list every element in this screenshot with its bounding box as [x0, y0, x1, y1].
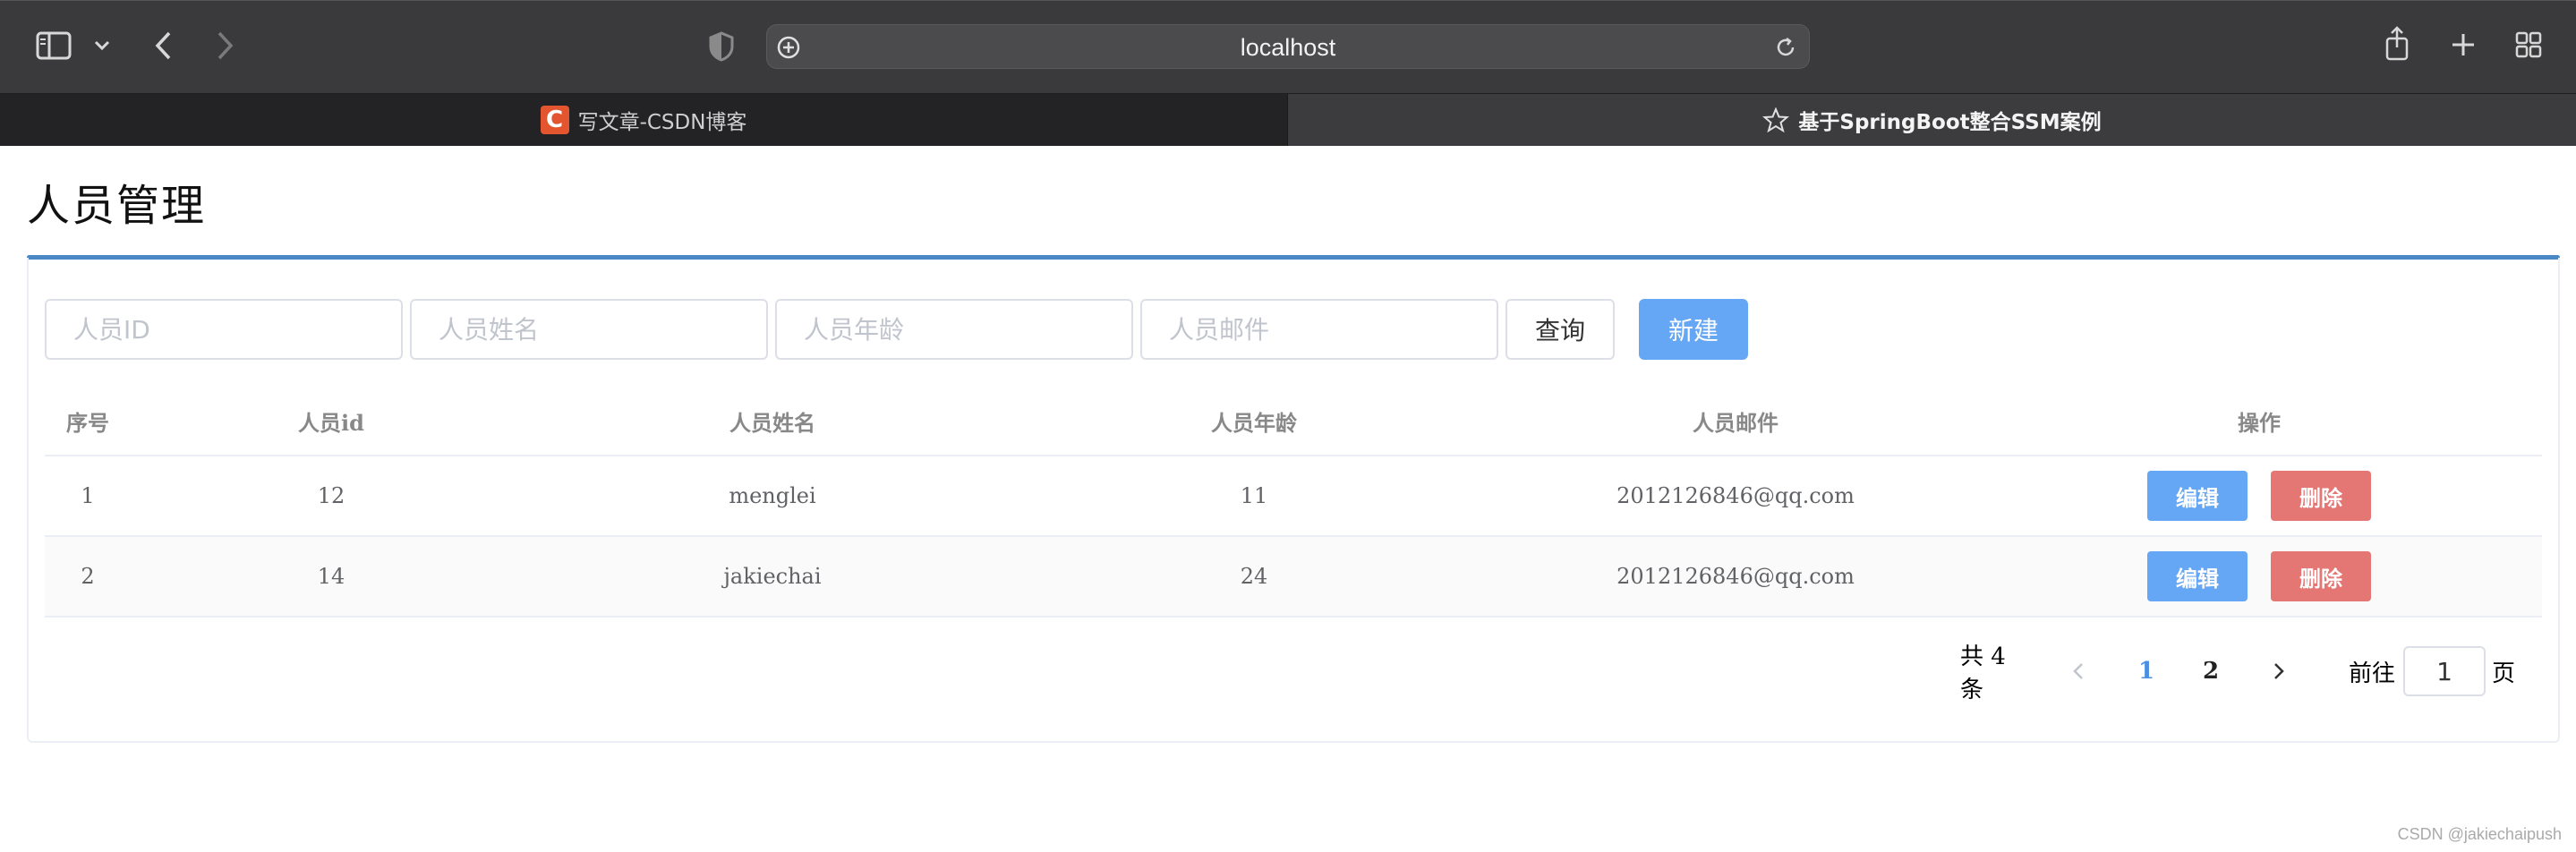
- table-row: 1 12 menglei 11 2012126846@qq.com 编辑 删除: [45, 456, 2542, 537]
- edit-button[interactable]: 编辑: [2147, 471, 2248, 521]
- edit-button[interactable]: 编辑: [2147, 551, 2248, 601]
- person-email-input[interactable]: [1140, 299, 1498, 360]
- tab-bar: C 写文章-CSDN博客 基于SpringBoot整合SSM案例: [0, 93, 2576, 146]
- watermark: CSDN @jakiechaipush: [2397, 825, 2562, 843]
- next-page-icon[interactable]: [2263, 646, 2295, 696]
- tab-label: 写文章-CSDN博客: [577, 111, 747, 134]
- cell-actions: 编辑 删除: [1976, 456, 2542, 535]
- page-title: 人员管理: [27, 181, 207, 231]
- share-icon[interactable]: [2383, 24, 2411, 64]
- cell-index: 1: [81, 483, 95, 508]
- csdn-icon: C: [540, 106, 569, 134]
- goto-label: 前往: [2348, 660, 2395, 687]
- forward-icon[interactable]: [211, 28, 240, 64]
- cell-name: jakiechai: [723, 564, 822, 589]
- tab-csdn[interactable]: C 写文章-CSDN博客: [0, 94, 1287, 146]
- delete-button[interactable]: 删除: [2271, 471, 2371, 521]
- delete-button[interactable]: 删除: [2271, 551, 2371, 601]
- tab-overview-icon[interactable]: [2513, 30, 2544, 60]
- header-index: 序号: [66, 409, 109, 436]
- header-id: 人员id: [298, 409, 364, 436]
- address-bar[interactable]: localhost: [766, 24, 1810, 69]
- sidebar-toggle-icon[interactable]: [34, 30, 73, 62]
- privacy-shield-icon[interactable]: [707, 30, 736, 64]
- url-text: localhost: [1240, 34, 1336, 61]
- new-tab-icon[interactable]: [2449, 30, 2478, 60]
- cell-email: 2012126846@qq.com: [1616, 483, 1855, 508]
- chevron-down-icon[interactable]: [90, 33, 115, 58]
- person-age-input[interactable]: [775, 299, 1133, 360]
- page-number-2[interactable]: 2: [2195, 646, 2227, 696]
- back-icon[interactable]: [149, 28, 177, 64]
- cell-name: menglei: [729, 483, 816, 508]
- cell-actions: 编辑 删除: [1976, 537, 2542, 616]
- header-age: 人员年龄: [1211, 409, 1297, 436]
- cell-id: 14: [317, 564, 345, 589]
- header-actions: 操作: [2238, 409, 2281, 436]
- cell-email: 2012126846@qq.com: [1616, 564, 1855, 589]
- header-email: 人员邮件: [1693, 409, 1778, 436]
- cell-id: 12: [317, 483, 345, 508]
- table-row: 2 14 jakiechai 24 2012126846@qq.com 编辑 删…: [45, 537, 2542, 618]
- goto-page-input[interactable]: [2403, 646, 2486, 696]
- header-name: 人员姓名: [729, 409, 815, 436]
- star-icon: [1762, 107, 1790, 132]
- tab-label: 基于SpringBoot整合SSM案例: [1798, 111, 2102, 134]
- browser-toolbar: localhost: [0, 0, 2576, 93]
- page-suffix: 页: [2491, 660, 2515, 687]
- cell-age: 11: [1240, 483, 1268, 508]
- new-button[interactable]: 新建: [1639, 299, 1748, 360]
- person-id-input[interactable]: [45, 299, 403, 360]
- query-button[interactable]: 查询: [1506, 299, 1615, 360]
- table-header: 序号 人员id 人员姓名 人员年龄 人员邮件 操作: [45, 387, 2542, 456]
- page-number-1[interactable]: 1: [2130, 646, 2162, 696]
- tab-springboot[interactable]: 基于SpringBoot整合SSM案例: [1287, 94, 2576, 146]
- person-name-input[interactable]: [410, 299, 768, 360]
- cell-age: 24: [1240, 564, 1268, 589]
- cell-index: 2: [81, 564, 95, 589]
- reload-icon[interactable]: [1773, 35, 1798, 60]
- pagination-total: 共 4 条: [1960, 643, 2006, 703]
- prev-page-icon[interactable]: [2062, 646, 2094, 696]
